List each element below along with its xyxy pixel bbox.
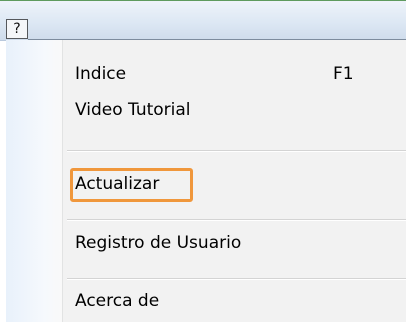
menu-item-acerca-de[interactable]: Acerca de — [67, 285, 406, 317]
menu-item-video-tutorial[interactable]: Video Tutorial — [67, 94, 406, 126]
menu-item-shortcut: F1 — [333, 64, 354, 84]
menu-separator — [67, 219, 406, 221]
menu-item-label: Indice — [75, 64, 127, 84]
menu-bar: ? — [0, 1, 406, 41]
menu-gutter-separator — [62, 40, 63, 322]
highlight-box — [70, 168, 193, 202]
menu-separator — [67, 150, 406, 152]
help-dropdown-menu: Indice F1 Video Tutorial Actualizar Regi… — [6, 40, 406, 322]
help-menu[interactable]: ? — [6, 19, 28, 39]
menu-item-label: Registro de Usuario — [75, 233, 242, 253]
menu-separator — [67, 278, 406, 280]
menu-icon-gutter — [6, 40, 62, 322]
menu-item-label: Acerca de — [75, 291, 160, 311]
menu-item-label: Video Tutorial — [75, 100, 191, 120]
menu-item-indice[interactable]: Indice F1 — [67, 58, 406, 90]
menu-item-registro-de-usuario[interactable]: Registro de Usuario — [67, 227, 406, 259]
